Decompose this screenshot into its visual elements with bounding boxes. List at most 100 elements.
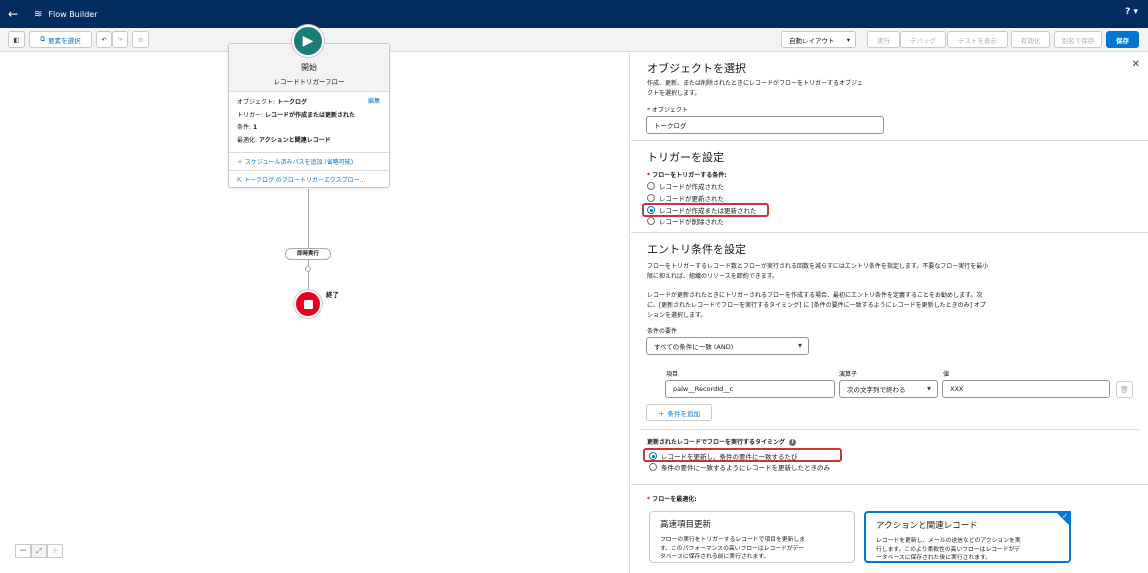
activate-button[interactable]: 有効化 xyxy=(1011,31,1050,48)
object-input[interactable]: トークログ xyxy=(646,116,884,134)
chevron-down-icon: ▾ xyxy=(846,35,850,44)
redo-button[interactable]: ↷ xyxy=(112,31,128,48)
condition-requirements-label: 条件の要件 xyxy=(647,328,678,335)
minus-icon: − xyxy=(19,546,27,556)
object-desc-line: クトを選択します。 xyxy=(647,90,701,97)
trash-icon: 🗑 xyxy=(1120,385,1129,394)
external-link-icon: ⇱ xyxy=(237,177,243,184)
immediate-path-label[interactable]: 即時実行 xyxy=(285,248,331,260)
optimize-label-text: フローを最適化: xyxy=(652,496,697,503)
section-divider xyxy=(640,429,1140,430)
delete-condition-button[interactable]: 🗑 xyxy=(1116,381,1133,398)
add-scheduled-path-link[interactable]: ＋ スケジュール済みパスを追加 (省略可能) xyxy=(229,152,389,170)
select-elements-button[interactable]: ⧉ 要素を選択 xyxy=(29,31,92,48)
layout-select-label: 自動レイアウト xyxy=(789,36,835,45)
trigger-explorer-link[interactable]: ⇱ トークログ のフロートリガーエクスプロー... xyxy=(229,170,389,188)
radio-label: レコードが作成された xyxy=(659,183,724,191)
optimize-tile-actions-related-records[interactable]: ✓ アクションと関連レコード レコードを更新し、メールの送信などのアクションを実… xyxy=(864,511,1071,563)
zoom-out-button[interactable]: − xyxy=(15,544,31,558)
save-as-button[interactable]: 別名で保存 xyxy=(1054,31,1102,48)
fit-view-button[interactable]: ⤢ xyxy=(31,544,47,558)
tile-desc: レコードを更新し、メールの送信などのアクションを実 xyxy=(876,538,1021,544)
plus-icon: ＋ xyxy=(237,159,244,166)
zoom-controls: − ⤢ + xyxy=(15,544,63,558)
connector-line xyxy=(308,260,309,290)
entry-section-recommendation: レコードが更新されたときにトリガーされるフローを作成する場合、最初にエントリ条件… xyxy=(647,291,986,321)
entry-desc-line: に、[更新されたレコードでフローを実行するタイミング] に [条件の要件に一致す… xyxy=(647,302,986,309)
tile-title: アクションと関連レコード xyxy=(876,521,978,531)
object-desc-line: 作成、更新、または削除されたときにレコードがフローをトリガーするオブジェ xyxy=(647,80,864,87)
expand-icon: ⤢ xyxy=(36,546,42,555)
object-label: オブジェクト: xyxy=(237,99,276,106)
settings-button[interactable]: ⚙ xyxy=(132,31,149,48)
tile-title: 高速項目更新 xyxy=(660,520,712,530)
back-arrow-icon[interactable]: ← xyxy=(0,0,26,28)
timing-label: 更新されたレコードでフローを実行するタイミング i xyxy=(647,437,797,446)
trigger-radio-deleted[interactable]: レコードが削除された xyxy=(647,216,724,226)
optimize-label: 最適化: xyxy=(237,136,258,144)
condition-field-input[interactable]: palw__RecordId__c xyxy=(665,380,835,398)
edit-link[interactable]: 編集 xyxy=(368,96,380,105)
trigger-explorer-label: トークログ のフロートリガーエクスプロー... xyxy=(243,177,366,184)
start-trigger-row: トリガー: レコードが作成または更新された xyxy=(237,110,381,123)
help-menu-button[interactable]: ? ▾ xyxy=(1125,7,1138,17)
timing-label-text: 更新されたレコードでフローを実行するタイミング xyxy=(647,439,786,446)
value-column-label: 値 xyxy=(943,371,950,378)
trigger-value: レコードが作成または更新された xyxy=(264,111,355,119)
flow-builder-icon: ≋ xyxy=(34,8,43,20)
radio-label: 条件の要件に一致するようにレコードを更新したときのみ xyxy=(661,464,830,472)
condition-requirements-select[interactable]: すべての条件に一致 (AND) xyxy=(646,337,809,355)
zoom-in-button[interactable]: + xyxy=(47,544,63,558)
check-icon: ✓ xyxy=(1062,512,1068,520)
tile-desc: す。このパフォーマンスの高いフローはレコードがデー xyxy=(660,545,805,552)
end-stop-icon xyxy=(294,290,322,318)
panel-toggle-icon: ◧ xyxy=(13,35,20,44)
tile-desc: 行します。このより柔軟性の高いフローはレコードがデ xyxy=(876,546,1021,553)
radio-circle xyxy=(647,217,655,225)
select-elements-icon: ⧉ xyxy=(40,35,46,43)
optimize-label: * フローを最適化: xyxy=(647,496,697,503)
trigger-section-title: トリガーを設定 xyxy=(647,151,724,164)
end-label: 終了 xyxy=(326,291,339,299)
toolbar: ◧ ⧉ 要素を選択 ↶ ↷ ⚙ 自動レイアウト ▾ 実行 デバッグ テストを表示… xyxy=(0,28,1148,52)
info-icon[interactable]: i xyxy=(789,439,797,446)
trigger-radio-created[interactable]: レコードが作成された xyxy=(647,181,724,191)
trigger-radio-updated[interactable]: レコードが更新された xyxy=(647,193,724,203)
section-divider xyxy=(631,232,1148,233)
tile-desc: フローの実行をトリガーするレコードで項目を更新しま xyxy=(660,537,805,543)
start-object-row: オブジェクト: トークログ xyxy=(237,97,381,110)
run-button[interactable]: 実行 xyxy=(867,31,900,48)
section-divider xyxy=(631,484,1148,485)
radio-circle xyxy=(647,182,655,190)
object-field-label-text: オブジェクト xyxy=(651,107,688,114)
condition-operator-select[interactable]: 次の文字列で終わる xyxy=(839,380,938,398)
radio-label: レコードが削除された xyxy=(659,218,724,226)
plus-icon: ＋ xyxy=(658,409,665,418)
undo-button[interactable]: ↶ xyxy=(96,31,112,48)
app-title: Flow Builder xyxy=(48,9,98,19)
add-element-node[interactable] xyxy=(305,266,311,272)
close-icon[interactable]: ✕ xyxy=(1132,59,1140,70)
entry-desc-line: ションを選択します。 xyxy=(647,312,707,319)
add-condition-button[interactable]: ＋条件を追加 xyxy=(646,404,712,421)
start-element-card[interactable]: 開始 レコードトリガーフロー 編集 オブジェクト: トークログ トリガー: レコ… xyxy=(228,43,390,188)
toggle-panel-button[interactable]: ◧ xyxy=(8,31,25,48)
object-value: トークログ xyxy=(276,99,307,106)
debug-button[interactable]: デバッグ xyxy=(900,31,946,48)
entry-section-title: エントリ条件を設定 xyxy=(647,243,746,256)
redo-icon: ↷ xyxy=(117,35,123,44)
start-subtitle: レコードトリガーフロー xyxy=(273,78,345,86)
timing-radio-only-when-met[interactable]: 条件の要件に一致するようにレコードを更新したときのみ xyxy=(649,462,830,472)
section-divider xyxy=(631,140,1148,141)
start-optimize-row: 最適化: アクションと関連レコード xyxy=(237,135,381,148)
select-elements-label: 要素を選択 xyxy=(48,36,81,45)
optimize-tile-fast-field-updates[interactable]: 高速項目更新 フローの実行をトリガーするレコードで項目を更新しま す。このパフォ… xyxy=(649,511,855,563)
radio-circle xyxy=(647,194,655,202)
view-tests-button[interactable]: テストを表示 xyxy=(947,31,1008,48)
start-card-body: オブジェクト: トークログ トリガー: レコードが作成または更新された 条件: … xyxy=(229,92,389,152)
save-button[interactable]: 保存 xyxy=(1106,31,1139,48)
field-column-label: 項目 xyxy=(666,371,679,378)
connector-line xyxy=(308,189,309,248)
condition-value-input[interactable]: XXX xyxy=(942,380,1110,398)
layout-select[interactable]: 自動レイアウト ▾ xyxy=(781,31,856,48)
